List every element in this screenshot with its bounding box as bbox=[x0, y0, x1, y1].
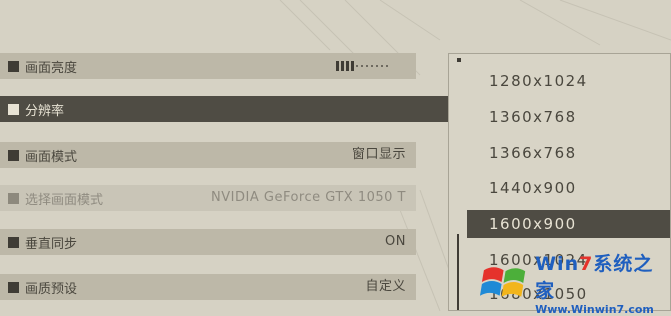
resolution-option[interactable]: 1280x1024 bbox=[467, 67, 670, 95]
settings-row-brightness[interactable]: 画面亮度 bbox=[0, 53, 416, 79]
slider-dot-empty bbox=[366, 65, 368, 67]
watermark-title: Win7系统之家 bbox=[535, 253, 654, 302]
row-value: NVIDIA GeForce GTX 1050 T bbox=[211, 190, 406, 205]
row-marker-icon bbox=[8, 60, 19, 72]
slider-dot-empty bbox=[371, 65, 373, 67]
row-label: 垂直同步 bbox=[25, 236, 78, 252]
settings-row-vsync[interactable]: 垂直同步 ON bbox=[0, 229, 416, 255]
row-label: 画面亮度 bbox=[25, 60, 78, 76]
dropdown-scrollbar[interactable] bbox=[457, 234, 459, 310]
watermark: Win7系统之家 Www.Winwin7.com bbox=[478, 253, 671, 316]
row-label: 画面模式 bbox=[25, 149, 78, 165]
row-marker-icon bbox=[8, 149, 19, 161]
settings-row-adapter: 选择画面模式 NVIDIA GeForce GTX 1050 T bbox=[0, 185, 416, 211]
resolution-option[interactable]: 1366x768 bbox=[467, 139, 670, 167]
slider-dot-empty bbox=[381, 65, 383, 67]
slider-bar-filled bbox=[341, 61, 344, 71]
slider-bar-filled bbox=[336, 61, 339, 71]
settings-row-screen-mode[interactable]: 画面模式 窗口显示 bbox=[0, 142, 416, 168]
row-marker-icon bbox=[8, 236, 19, 248]
resolution-option-selected[interactable]: 1600x900 bbox=[467, 210, 670, 238]
settings-row-resolution[interactable]: 分辨率 bbox=[0, 96, 448, 122]
row-marker-icon bbox=[8, 103, 19, 115]
slider-bar-filled bbox=[346, 61, 349, 71]
row-label: 画质预设 bbox=[25, 281, 78, 297]
resolution-option[interactable]: 1360x768 bbox=[467, 103, 670, 131]
slider-dot-empty bbox=[361, 65, 363, 67]
slider-dot-empty bbox=[356, 65, 358, 67]
brightness-slider[interactable] bbox=[336, 61, 391, 71]
row-value: ON bbox=[385, 234, 406, 249]
dropdown-marker-icon bbox=[457, 58, 461, 62]
row-label: 分辨率 bbox=[25, 103, 65, 119]
slider-dot-empty bbox=[376, 65, 378, 67]
slider-bar-filled bbox=[351, 61, 354, 71]
row-label: 选择画面模式 bbox=[25, 192, 104, 208]
resolution-option[interactable]: 1440x900 bbox=[467, 174, 670, 202]
settings-row-quality-preset[interactable]: 画质预设 自定义 bbox=[0, 274, 416, 300]
slider-dot-empty bbox=[386, 65, 388, 67]
windows-logo-icon bbox=[479, 266, 526, 297]
row-marker-icon bbox=[8, 192, 19, 204]
row-marker-icon bbox=[8, 281, 19, 293]
row-value: 窗口显示 bbox=[351, 147, 406, 162]
row-value: 自定义 bbox=[365, 279, 406, 294]
watermark-url: Www.Winwin7.com bbox=[535, 303, 654, 316]
